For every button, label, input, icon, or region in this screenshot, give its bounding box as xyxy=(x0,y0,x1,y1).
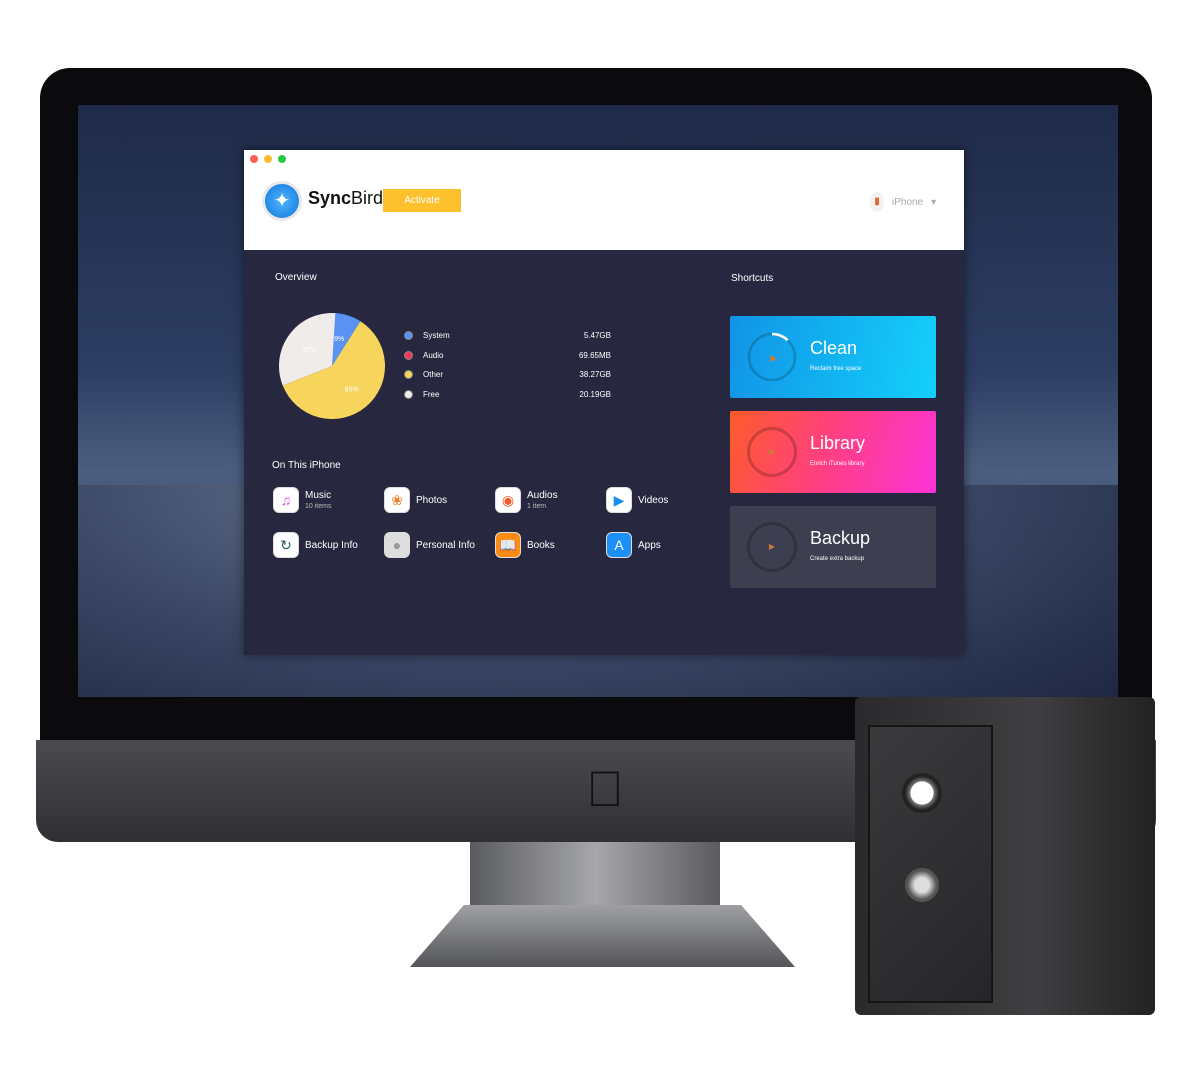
legend-label: Other xyxy=(423,370,444,379)
books-icon: 📖 xyxy=(495,532,521,558)
item-label: Audios xyxy=(527,490,558,501)
activate-button[interactable]: Activate xyxy=(383,189,461,212)
iphone-item-photos[interactable]: ❀ Photos xyxy=(384,487,494,513)
photos-icon: ❀ xyxy=(384,487,410,513)
legend-value: 38.27GB xyxy=(579,370,611,379)
item-label: Videos xyxy=(638,494,669,506)
card-subtitle: Reclaim free space xyxy=(810,366,862,372)
overview-heading: Overview xyxy=(275,272,317,283)
item-count: 1 item xyxy=(527,503,547,510)
item-label: Backup Info xyxy=(305,539,358,551)
on-this-iphone-heading: On This iPhone xyxy=(272,460,341,471)
legend-label: System xyxy=(423,331,450,340)
contacts-icon: ● xyxy=(384,532,410,558)
iphone-item-music[interactable]: ♫ Music 10 items xyxy=(273,487,383,513)
imac-stand xyxy=(470,842,720,912)
legend-swatch xyxy=(404,370,413,379)
videos-icon: ▶ xyxy=(606,487,632,513)
imac-base xyxy=(410,905,795,967)
shortcut-library[interactable]: ▶ Library Enrich iTunes library xyxy=(730,411,936,493)
legend-label: Free xyxy=(423,389,440,399)
iphone-item-apps[interactable]: A Apps xyxy=(606,532,716,558)
iphone-item-books[interactable]: 📖 Books xyxy=(495,532,605,558)
music-icon: ♫ xyxy=(273,487,299,513)
legend-swatch xyxy=(404,350,413,360)
iphone-icon: ▮ xyxy=(870,192,884,212)
backup-info-icon: ↻ xyxy=(273,532,299,558)
app-store-icon: A xyxy=(606,532,632,558)
close-button[interactable] xyxy=(250,155,258,163)
safe-handle-icon xyxy=(905,868,939,902)
shortcut-backup[interactable]: ▶ Backup Create extra backup xyxy=(730,506,936,588)
item-label: Photos xyxy=(416,494,448,506)
legend-item-system: System 5.47GB xyxy=(404,331,611,340)
safe-door xyxy=(868,725,993,1003)
iphone-item-personal-info[interactable]: ● Personal Info xyxy=(384,532,494,558)
legend-item-free: Free 20.19GB xyxy=(404,389,611,399)
legend-value: 20.19GB xyxy=(579,389,611,399)
card-title: Backup xyxy=(810,528,871,548)
device-selector[interactable]: ▮ iPhone ▾ xyxy=(870,192,936,212)
clean-progress-ring: ▶ xyxy=(747,332,797,382)
app-title: SyncBird xyxy=(308,188,384,208)
iphone-item-backup-info[interactable]: ↻ Backup Info xyxy=(273,532,383,558)
legend-item-other: Other 38.27GB xyxy=(404,370,611,379)
item-count: 10 items xyxy=(305,503,332,510)
iphone-item-audios[interactable]: ◉ Audios 1 item xyxy=(495,487,605,513)
play-icon: ▶ xyxy=(747,522,797,572)
legend-swatch xyxy=(404,331,413,340)
legend-value: 5.47GB xyxy=(583,331,611,340)
legend-swatch xyxy=(404,389,413,399)
legend-value: 69.65MB xyxy=(578,350,611,360)
card-subtitle: Enrich iTunes library xyxy=(810,461,865,467)
audios-icon: ◉ xyxy=(495,487,521,513)
apple-logo-icon:  xyxy=(580,760,630,818)
chevron-down-icon: ▾ xyxy=(931,196,937,208)
legend-label: Audio xyxy=(423,350,444,360)
device-name: iPhone xyxy=(892,196,924,208)
safe-dial-icon xyxy=(902,773,942,813)
zoom-button[interactable] xyxy=(278,155,286,163)
pie-label: 9% xyxy=(334,336,344,343)
item-label: Apps xyxy=(638,539,661,551)
legend-item-audio: Audio 69.65MB xyxy=(404,350,611,360)
syncbird-logo-icon: ✦ xyxy=(262,181,302,221)
card-title: Library xyxy=(810,433,866,453)
shortcut-clean[interactable]: ▶ Clean Reclaim free space xyxy=(730,316,936,398)
minimize-button[interactable] xyxy=(264,155,272,163)
card-subtitle: Create extra backup xyxy=(810,556,865,562)
card-title: Clean xyxy=(810,338,858,358)
shortcuts-heading: Shortcuts xyxy=(731,273,774,284)
svg-text:▶: ▶ xyxy=(770,353,777,363)
storage-pie-chart: 9%0%60%32% xyxy=(279,313,385,419)
pie-label: 32% xyxy=(302,347,316,354)
pie-label: 60% xyxy=(345,386,359,393)
item-label: Personal Info xyxy=(416,539,475,551)
play-icon: ▶ xyxy=(747,427,797,477)
item-label: Music xyxy=(305,490,332,501)
item-label: Books xyxy=(527,539,555,551)
app-header: ✦ SyncBird Activate ▮ iPhone ▾ xyxy=(244,150,964,250)
iphone-item-videos[interactable]: ▶ Videos xyxy=(606,487,716,513)
syncbird-window: ✦ SyncBird Activate ▮ iPhone ▾ Overview … xyxy=(244,150,964,655)
